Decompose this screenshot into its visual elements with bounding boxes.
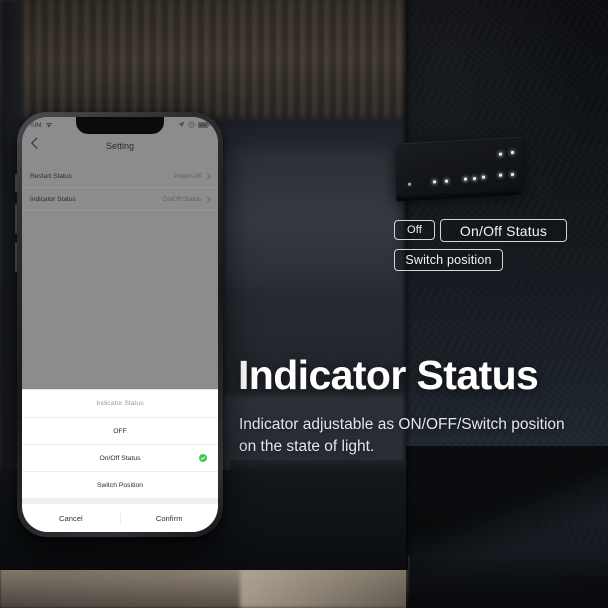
banner-stage: Off On/Off Status Switch position Indica…	[0, 0, 608, 608]
row-label: Restart Status	[30, 172, 72, 180]
back-chevron-icon[interactable]	[31, 137, 43, 149]
option-label: OFF	[113, 427, 127, 435]
battery-icon	[198, 121, 210, 130]
led-indicator	[433, 180, 436, 184]
settings-list: Restart Status Power-off Indicator Statu…	[22, 165, 218, 211]
option-label: On/Off Status	[99, 454, 141, 462]
row-value: Power-off	[173, 172, 201, 180]
led-indicator	[464, 177, 467, 181]
carrier-label: SIM	[30, 122, 42, 129]
callout-tag-off: Off	[394, 220, 435, 240]
sheet-option-onoff-status[interactable]: On/Off Status	[22, 445, 218, 472]
sheet-title: Indicator Status	[22, 390, 218, 418]
callout-tag-switch-position: Switch position	[394, 249, 503, 271]
location-arrow-icon	[178, 121, 185, 130]
wifi-icon	[45, 122, 53, 130]
phone-screen-frame: SIM Setting Restart Status Power-off Ind…	[22, 117, 218, 532]
confirm-button[interactable]: Confirm	[120, 504, 218, 532]
phone-volume-up-button	[15, 204, 17, 234]
chevron-right-icon	[203, 172, 212, 180]
led-indicator	[499, 173, 502, 177]
settings-row-restart-status[interactable]: Restart Status Power-off	[22, 165, 218, 188]
sheet-option-off[interactable]: OFF	[22, 418, 218, 445]
phone-notch	[76, 117, 164, 134]
callout-tag-onoff-status: On/Off Status	[440, 219, 567, 242]
led-indicator	[511, 150, 514, 155]
row-value: On/Off Status	[162, 195, 201, 203]
status-bar-right	[178, 121, 210, 130]
led-indicator	[408, 182, 411, 186]
led-indicator	[482, 175, 485, 179]
led-indicator	[473, 177, 476, 181]
cancel-button[interactable]: Cancel	[22, 504, 120, 532]
page-title: Setting	[105, 141, 135, 151]
wall-base-shadow	[406, 560, 608, 608]
option-label: Switch Position	[96, 481, 144, 489]
sheet-option-switch-position[interactable]: Switch Position	[22, 472, 218, 499]
nav-bar: Setting	[22, 134, 218, 158]
smart-wall-switch-panel	[396, 136, 522, 202]
status-bar-left: SIM	[30, 122, 53, 130]
led-indicator	[499, 152, 502, 156]
row-value-wrap: On/Off Status	[162, 195, 212, 203]
row-label: Indicator Status	[30, 195, 76, 203]
indicator-status-sheet: Indicator Status OFF On/Off Status Switc…	[22, 389, 218, 532]
phone-volume-down-button	[15, 242, 17, 272]
sheet-actions: Cancel Confirm	[22, 504, 218, 532]
phone-mute-switch	[15, 174, 17, 192]
led-indicator	[445, 179, 448, 183]
chevron-right-icon	[203, 195, 212, 203]
led-indicator	[511, 172, 514, 177]
settings-row-indicator-status[interactable]: Indicator Status On/Off Status	[22, 188, 218, 211]
check-circle-icon	[199, 454, 207, 462]
row-value-wrap: Power-off	[173, 172, 212, 180]
subtext: Indicator adjustable as ON/OFF/Switch po…	[239, 416, 565, 456]
alarm-icon	[188, 121, 195, 130]
phone-mockup: SIM Setting Restart Status Power-off Ind…	[15, 112, 223, 537]
app-screen: SIM Setting Restart Status Power-off Ind…	[22, 117, 218, 532]
headline: Indicator Status	[238, 352, 539, 398]
